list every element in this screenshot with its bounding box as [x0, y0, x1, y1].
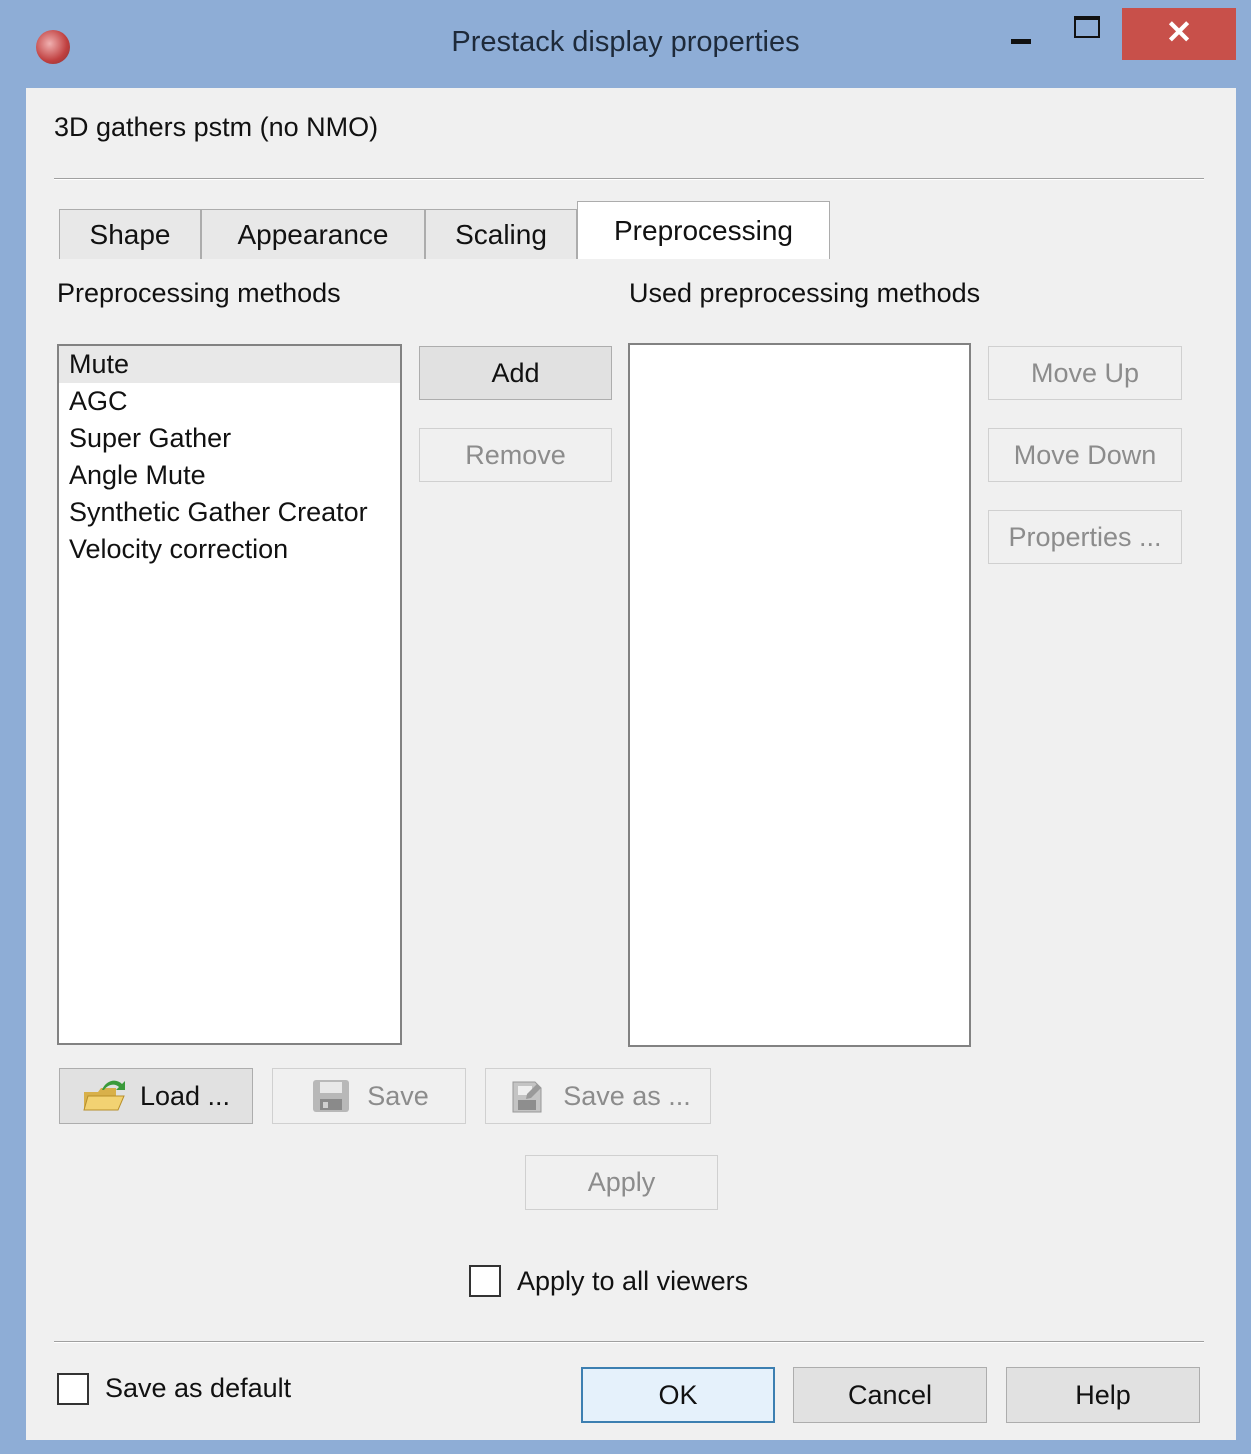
save-as-default-checkbox[interactable]	[57, 1373, 89, 1405]
help-button[interactable]: Help	[1006, 1367, 1200, 1423]
title-bar[interactable]: Prestack display properties ✕	[0, 0, 1251, 88]
list-item[interactable]: Velocity correction	[59, 531, 400, 568]
tab-preprocessing[interactable]: Preprocessing	[577, 201, 830, 259]
apply-button[interactable]: Apply	[525, 1155, 718, 1210]
save-as-button[interactable]: Save as ...	[485, 1068, 711, 1124]
save-as-icon	[505, 1078, 549, 1114]
apply-all-viewers-label[interactable]: Apply to all viewers	[517, 1266, 748, 1297]
footer-separator	[54, 1341, 1204, 1343]
list-item[interactable]: Mute	[59, 346, 400, 383]
apply-all-viewers-checkbox[interactable]	[469, 1265, 501, 1297]
add-button[interactable]: Add	[419, 346, 612, 400]
preprocessing-methods-label: Preprocessing methods	[57, 278, 341, 308]
save-button[interactable]: Save	[272, 1068, 466, 1124]
save-as-button-label: Save as ...	[563, 1080, 691, 1111]
list-item[interactable]: Super Gather	[59, 420, 400, 457]
properties-button[interactable]: Properties ...	[988, 510, 1182, 564]
tab-shape[interactable]: Shape	[59, 209, 201, 259]
list-item[interactable]: AGC	[59, 383, 400, 420]
cancel-button[interactable]: Cancel	[793, 1367, 987, 1423]
load-button-label: Load ...	[139, 1080, 231, 1111]
used-preprocessing-methods-label: Used preprocessing methods	[629, 278, 981, 308]
close-button[interactable]: ✕	[1122, 8, 1236, 60]
minimize-icon	[1011, 38, 1031, 44]
load-button[interactable]: Load ...	[59, 1068, 253, 1124]
move-down-button[interactable]: Move Down	[988, 428, 1182, 482]
minimize-button[interactable]	[994, 8, 1048, 60]
dialog-window: Prestack display properties ✕ 3D gathers…	[0, 0, 1251, 1454]
folder-open-icon	[82, 1078, 126, 1114]
tab-scaling[interactable]: Scaling	[425, 209, 577, 259]
maximize-icon	[1074, 16, 1100, 38]
move-up-button[interactable]: Move Up	[988, 346, 1182, 400]
remove-button[interactable]: Remove	[419, 428, 612, 482]
list-item[interactable]: Angle Mute	[59, 457, 400, 494]
dialog-client-area: 3D gathers pstm (no NMO) Shape Appearanc…	[26, 88, 1236, 1440]
object-name-label: 3D gathers pstm (no NMO)	[54, 112, 379, 142]
maximize-button[interactable]	[1060, 8, 1114, 60]
used-preprocessing-methods-list[interactable]	[628, 343, 971, 1047]
tab-appearance[interactable]: Appearance	[201, 209, 425, 259]
save-button-label: Save	[367, 1080, 429, 1111]
floppy-disk-icon	[309, 1078, 353, 1114]
save-as-default-label[interactable]: Save as default	[105, 1373, 291, 1404]
close-icon: ✕	[1165, 14, 1193, 50]
list-item[interactable]: Synthetic Gather Creator	[59, 494, 400, 531]
ok-button[interactable]: OK	[581, 1367, 775, 1423]
header-separator	[54, 178, 1204, 180]
preprocessing-methods-list[interactable]: Mute AGC Super Gather Angle Mute Synthet…	[57, 344, 402, 1045]
